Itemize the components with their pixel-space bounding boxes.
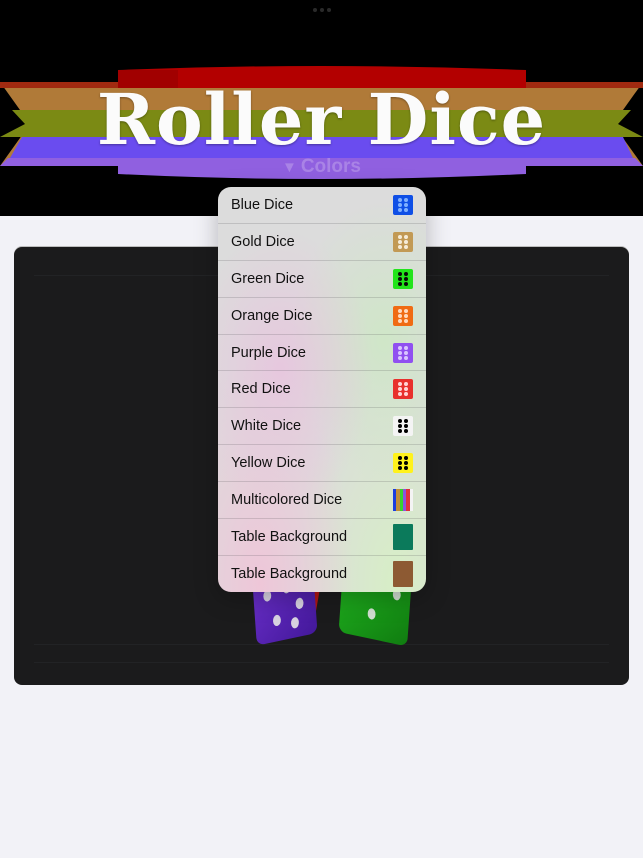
die-pip <box>397 461 402 466</box>
menu-item-label: Multicolored Dice <box>231 492 343 509</box>
die-pip <box>404 234 409 239</box>
menu-item-gold-dice[interactable]: Gold Dice <box>218 224 426 261</box>
die-pip <box>404 392 409 397</box>
menu-item-label: Orange Dice <box>231 307 313 324</box>
stripe <box>409 489 413 512</box>
die-pip <box>404 271 409 276</box>
die-pip <box>404 308 409 313</box>
menu-item-label: Table Background <box>231 528 348 545</box>
die-pip <box>404 350 409 355</box>
die-pip <box>397 202 402 207</box>
die-pip <box>397 355 402 360</box>
die-pip <box>404 239 409 244</box>
die-pip <box>397 276 402 281</box>
menu-item-label: White Dice <box>231 418 302 435</box>
menu-item-yellow-dice[interactable]: Yellow Dice <box>218 445 426 483</box>
die-pip <box>404 382 409 387</box>
die-pip <box>404 281 409 286</box>
die-pip <box>397 244 402 249</box>
die-pip <box>397 239 402 244</box>
die-pip <box>397 207 402 212</box>
die-pip <box>397 387 402 392</box>
gold-die-icon <box>393 231 413 252</box>
triangle-down-icon: ▼ <box>281 159 297 176</box>
menu-item-label: Table Background <box>231 566 348 583</box>
menu-item-green-dice[interactable]: Green Dice <box>218 261 426 298</box>
die-pip <box>404 244 409 249</box>
die-pip <box>397 419 402 424</box>
table-texture-line <box>34 644 609 645</box>
header: Roller Dice ▼ Colors <box>0 0 643 216</box>
purple-die-icon <box>393 342 413 363</box>
menu-item-label: Yellow Dice <box>231 455 306 472</box>
orange-die-icon <box>393 305 413 326</box>
menu-item-label: Green Dice <box>231 270 305 287</box>
green-die-icon <box>393 268 413 289</box>
colors-menu: Blue Dice Gold Dice Green Dice Orange Dice P… <box>218 187 426 592</box>
menu-item-table-background[interactable]: Table Background <box>218 519 426 556</box>
green-felt-swatch-icon <box>393 523 413 550</box>
colors-button-label: Colors <box>300 156 362 177</box>
white-die-icon <box>393 416 413 437</box>
multicolor-die-icon <box>393 489 413 512</box>
die-pip <box>397 382 402 387</box>
menu-item-label: Gold Dice <box>231 233 295 250</box>
die-pip <box>397 429 402 434</box>
menu-item-multicolored-dice[interactable]: Multicolored Dice <box>218 482 426 520</box>
die-pip <box>397 271 402 276</box>
die-pip <box>404 276 409 281</box>
die-pip <box>397 392 402 397</box>
die-pip <box>397 234 402 239</box>
die-pip <box>397 350 402 355</box>
menu-item-red-dice[interactable]: Red Dice <box>218 371 426 409</box>
die-pip <box>404 318 409 323</box>
die-pip <box>404 355 409 360</box>
die-pip <box>404 197 409 202</box>
menu-item-blue-dice[interactable]: Blue Dice <box>218 187 426 224</box>
app-title: Roller Dice <box>96 78 547 161</box>
blue-die-icon <box>393 194 413 215</box>
die-pip <box>404 419 409 424</box>
die-pip <box>404 466 409 471</box>
menu-item-white-dice[interactable]: White Dice <box>218 408 426 446</box>
yellow-die-icon <box>393 453 413 474</box>
die-pip <box>397 466 402 471</box>
die-pip <box>397 345 402 350</box>
die-pip <box>397 197 402 202</box>
die-pip <box>404 429 409 434</box>
menu-item-purple-dice[interactable]: Purple Dice <box>218 335 426 372</box>
die-pip <box>404 313 409 318</box>
die-pip <box>404 207 409 212</box>
die-pip <box>295 596 304 610</box>
die-pip <box>367 607 376 621</box>
die-pip <box>397 308 402 313</box>
table-texture-line <box>34 662 609 663</box>
menu-item-orange-dice[interactable]: Orange Dice <box>218 298 426 335</box>
die-pip <box>272 614 282 627</box>
die-pip <box>404 202 409 207</box>
die-pip <box>397 313 402 318</box>
die-pip <box>397 318 402 323</box>
die-pip <box>397 456 402 461</box>
red-die-icon <box>393 379 413 400</box>
menu-item-label: Purple Dice <box>231 344 306 361</box>
die-pip <box>404 387 409 392</box>
die-pip <box>397 424 402 429</box>
menu-item-label: Red Dice <box>231 381 291 398</box>
die-pip <box>404 456 409 461</box>
menu-item-label: Blue Dice <box>231 196 294 213</box>
die-pip <box>404 345 409 350</box>
die-pip <box>404 461 409 466</box>
die-pip <box>397 281 402 286</box>
die-pip <box>404 424 409 429</box>
die-pip <box>290 616 300 630</box>
colors-menu-button[interactable]: ▼ Colors <box>0 156 643 178</box>
menu-item-table-background[interactable]: Table Background <box>218 556 426 592</box>
brown-wood-swatch-icon <box>393 561 413 588</box>
